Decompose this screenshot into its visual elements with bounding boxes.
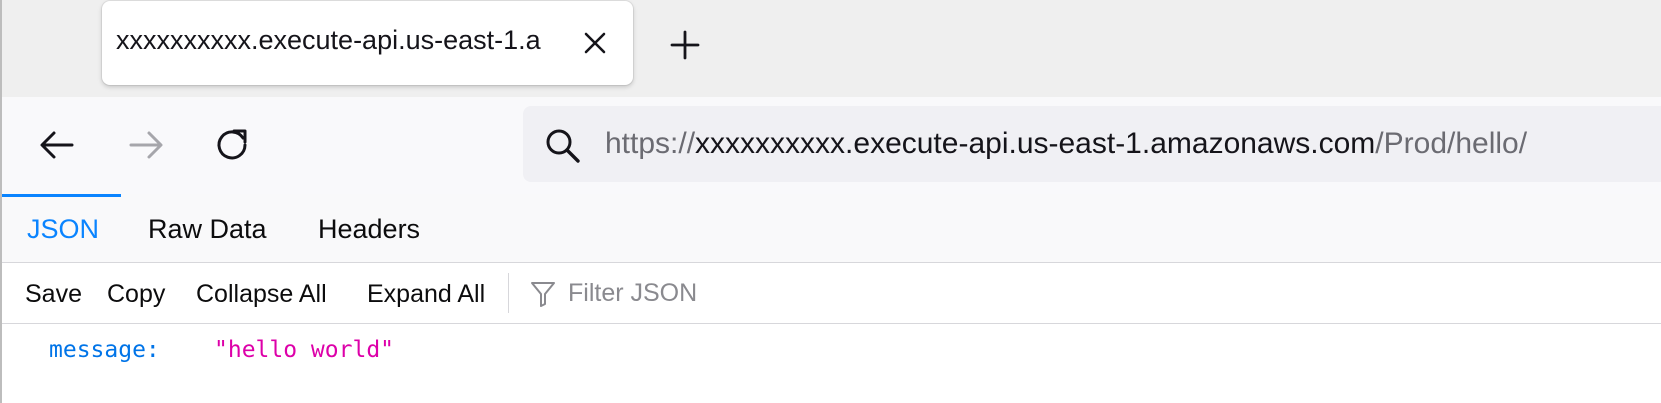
copy-button[interactable]: Copy [107, 280, 165, 309]
tab-title: xxxxxxxxxx.execute-api.us-east-1.a [116, 25, 541, 55]
expand-all-button[interactable]: Expand All [367, 280, 485, 309]
navigation-toolbar: https://xxxxxxxxxx.execute-api.us-east-1… [0, 97, 1661, 195]
arrow-right-icon[interactable] [123, 123, 167, 167]
json-tree: message: "hello world" [0, 324, 1661, 403]
toolbar-divider [508, 273, 509, 313]
tab-json[interactable]: JSON [27, 214, 99, 245]
save-button[interactable]: Save [25, 280, 82, 309]
url-text[interactable]: https://xxxxxxxxxx.execute-api.us-east-1… [605, 127, 1527, 161]
active-tab-indicator [0, 194, 121, 197]
json-row[interactable]: message: "hello world" [0, 324, 1661, 374]
filter-json-input[interactable] [564, 275, 1072, 311]
address-bar[interactable]: https://xxxxxxxxxx.execute-api.us-east-1… [523, 106, 1661, 182]
url-scheme: https:// [605, 127, 696, 160]
tab-strip: xxxxxxxxxx.execute-api.us-east-1.a [0, 0, 1661, 97]
url-path: /Prod/hello/ [1375, 127, 1528, 160]
tab-raw-data[interactable]: Raw Data [148, 214, 267, 245]
filter-icon [530, 280, 556, 308]
window-left-border [0, 0, 2, 403]
viewer-tab-bar: JSON Raw Data Headers [0, 194, 1661, 263]
json-toolbar: Save Copy Collapse All Expand All [0, 263, 1661, 324]
collapse-all-button[interactable]: Collapse All [196, 280, 327, 309]
json-key: message: [49, 337, 160, 363]
arrow-left-icon[interactable] [36, 123, 80, 167]
close-icon[interactable] [580, 28, 610, 58]
json-value: "hello world" [214, 337, 395, 363]
reload-icon[interactable] [210, 123, 254, 167]
tab-headers[interactable]: Headers [318, 214, 420, 245]
search-icon [543, 126, 583, 166]
browser-tab[interactable]: xxxxxxxxxx.execute-api.us-east-1.a [102, 1, 633, 85]
plus-icon[interactable] [668, 28, 702, 62]
url-host: xxxxxxxxxx.execute-api.us-east-1.amazona… [695, 127, 1376, 160]
